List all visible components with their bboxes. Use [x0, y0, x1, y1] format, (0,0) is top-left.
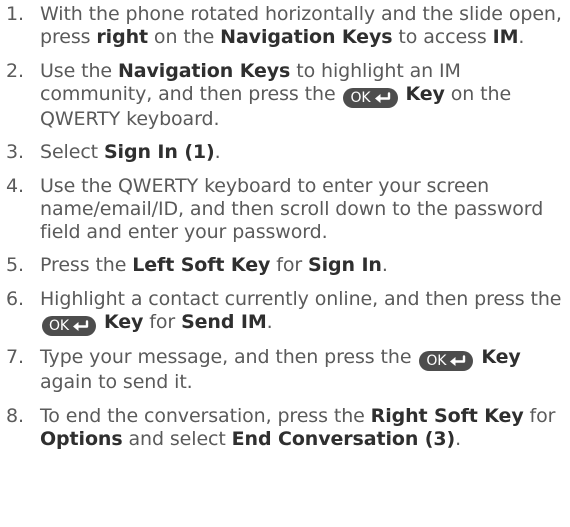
- step-text: Use the QWERTY keyboard to enter your sc…: [40, 175, 543, 243]
- emphasized-term: Sign In: [308, 254, 382, 276]
- step-number: 7.: [6, 346, 24, 368]
- ok-enter-key-glyph: OK: [42, 315, 97, 336]
- step-text-run: to access: [392, 26, 493, 48]
- emphasized-term: Navigation Keys: [117, 59, 291, 82]
- step-text-run: .: [455, 427, 462, 450]
- emphasized-term: End Conversation (3): [231, 427, 456, 450]
- step-text-run: Highlight a contact currently online, an…: [40, 287, 562, 310]
- ok-enter-key-glyph: OK: [343, 87, 398, 108]
- emphasized-term: Options: [40, 427, 123, 450]
- step-text-run: for: [143, 310, 182, 333]
- step-text-run: .: [214, 141, 221, 163]
- step-item: 2. Use the Navigation Keys to highlight a…: [0, 60, 570, 131]
- step-text-run: Use the: [40, 59, 118, 82]
- emphasized-term: Right Soft Key: [370, 404, 524, 427]
- emphasized-term: Key: [405, 82, 445, 105]
- step-item: 1. With the phone rotated horizontally an…: [0, 3, 570, 49]
- step-text-run: and select: [122, 427, 232, 450]
- step-text: Type your message, and then press the OK…: [40, 346, 521, 393]
- step-item: 5. Press the Left Soft Key for Sign In.: [0, 254, 570, 277]
- ok-enter-key-glyph: OK: [419, 351, 474, 371]
- step-text-run: .: [266, 310, 273, 333]
- step-text-run: Press the: [40, 254, 133, 276]
- step-text-run: Use the QWERTY keyboard to enter your sc…: [40, 174, 544, 243]
- step-number: 3.: [6, 141, 24, 163]
- step-text-run: for: [270, 254, 309, 276]
- step-number: 8.: [6, 404, 24, 427]
- emphasized-term: IM: [492, 26, 519, 48]
- emphasized-term: Key: [481, 346, 521, 368]
- emphasized-term: Sign In (1): [103, 141, 215, 163]
- emphasized-term: Navigation Keys: [220, 26, 393, 48]
- step-text: Use the Navigation Keys to highlight an …: [40, 60, 511, 130]
- step-text: Select Sign In (1).: [40, 141, 221, 163]
- instruction-steps-list: 1. With the phone rotated horizontally an…: [0, 0, 570, 451]
- step-text: With the phone rotated horizontally and …: [40, 3, 562, 48]
- step-text-run: on the: [147, 26, 221, 48]
- step-text-run: for: [523, 404, 556, 427]
- step-text: Press the Left Soft Key for Sign In.: [40, 254, 388, 276]
- ok-key-label: OK: [426, 353, 447, 369]
- step-number: 2.: [6, 59, 24, 82]
- emphasized-term: Left Soft Key: [132, 254, 271, 276]
- ok-key-label: OK: [350, 89, 371, 106]
- step-item: 3. Select Sign In (1).: [0, 141, 570, 164]
- step-number: 6.: [6, 287, 24, 310]
- enter-arrow-icon: [72, 319, 90, 332]
- step-number: 5.: [6, 254, 24, 276]
- step-text-run: Select: [40, 141, 104, 163]
- emphasized-term: right: [96, 26, 148, 48]
- step-number: 1.: [6, 3, 24, 25]
- step-text-run: again to send it.: [40, 371, 193, 393]
- step-text-run: To end the conversation, press the: [40, 404, 371, 427]
- step-item: 6. Highlight a contact currently online, …: [0, 288, 570, 336]
- emphasized-term: Key: [103, 310, 144, 333]
- step-item: 7. Type your message, and then press the …: [0, 346, 570, 394]
- step-text-run: Type your message, and then press the: [40, 346, 418, 368]
- step-text-run: .: [381, 254, 388, 276]
- enter-arrow-icon: [374, 91, 392, 104]
- step-item: 8. To end the conversation, press the Rig…: [0, 405, 570, 451]
- ok-key-label: OK: [49, 317, 70, 334]
- step-text: To end the conversation, press the Right…: [40, 405, 555, 450]
- step-text-run: .: [518, 26, 525, 48]
- step-item: 4. Use the QWERTY keyboard to enter your …: [0, 175, 570, 244]
- enter-arrow-icon: [449, 355, 467, 367]
- step-text: Highlight a contact currently online, an…: [40, 287, 562, 336]
- step-number: 4.: [6, 174, 24, 197]
- emphasized-term: Send IM: [181, 310, 267, 333]
